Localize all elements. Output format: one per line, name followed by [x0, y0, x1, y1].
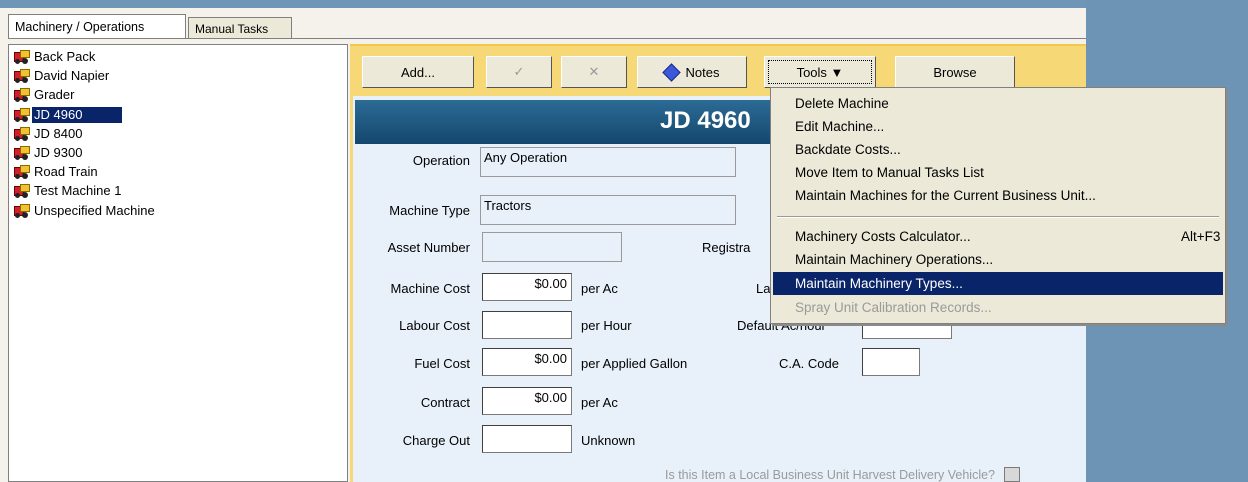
tractor-icon	[13, 146, 30, 160]
list-item-label: David Napier	[34, 68, 110, 83]
browse-button[interactable]: Browse	[895, 56, 1015, 88]
list-item[interactable]: Grader	[13, 86, 76, 104]
registration-label: Registra	[702, 240, 751, 255]
list-item-label: JD 4960	[32, 107, 123, 123]
tractor-icon	[13, 165, 30, 179]
list-item-label: Grader	[34, 87, 75, 102]
cancel-button[interactable]: ✕	[561, 56, 627, 88]
tractor-icon	[13, 108, 30, 122]
menu-item-move-to-manual-tasks[interactable]: Move Item to Manual Tasks List	[773, 161, 1223, 184]
machine-cost-input[interactable]: $0.00	[482, 273, 572, 301]
fuel-cost-label: Fuel Cost	[414, 356, 470, 371]
menu-item-label: Spray Unit Calibration Records...	[795, 300, 992, 315]
list-item-label: Test Machine 1	[34, 183, 122, 198]
ca-code-input[interactable]	[862, 348, 920, 376]
machine-type-field[interactable]: Tractors	[480, 195, 736, 225]
list-item-label: Back Pack	[34, 49, 96, 64]
list-item-label: Unspecified Machine	[34, 203, 155, 218]
menu-item-label: Delete Machine	[795, 96, 889, 111]
menu-item-backdate-costs[interactable]: Backdate Costs...	[773, 138, 1223, 161]
contract-unit: per Ac	[581, 395, 618, 410]
harvest-vehicle-label: Is this Item a Local Business Unit Harve…	[665, 468, 995, 482]
menu-item-label: Edit Machine...	[795, 119, 885, 134]
asset-number-field[interactable]	[482, 232, 622, 262]
menu-item-label: Move Item to Manual Tasks List	[795, 165, 984, 180]
top-strip	[0, 0, 1086, 8]
menu-item-maintain-machines[interactable]: Maintain Machines for the Current Busine…	[773, 184, 1223, 207]
labour-cost-input[interactable]	[482, 311, 572, 339]
list-item-label: Road Train	[34, 164, 98, 179]
operation-label: Operation	[412, 153, 470, 168]
tractor-icon	[13, 69, 30, 83]
fuel-cost-unit: per Applied Gallon	[581, 356, 688, 371]
harvest-vehicle-checkbox[interactable]	[1004, 467, 1020, 482]
menu-item-label: Maintain Machinery Operations...	[795, 252, 994, 267]
charge-out-input[interactable]	[482, 425, 572, 453]
list-item[interactable]: Back Pack	[13, 48, 97, 66]
labour-cost-unit: per Hour	[581, 318, 632, 333]
accept-button[interactable]: ✓	[486, 56, 552, 88]
menu-item-costs-calculator[interactable]: Machinery Costs Calculator... Alt+F3	[773, 225, 1223, 248]
machine-cost-label: Machine Cost	[390, 281, 470, 296]
notes-label: Notes	[685, 64, 720, 80]
labour-cost-label: Labour Cost	[399, 318, 470, 333]
charge-out-unit: Unknown	[581, 433, 636, 448]
list-item-label: JD 8400	[34, 126, 83, 141]
tractor-icon	[13, 127, 30, 141]
page-title: JD 4960	[660, 107, 751, 134]
menu-item-label: Backdate Costs...	[795, 142, 901, 157]
add-button[interactable]: Add...	[362, 56, 474, 88]
tractor-icon	[13, 184, 30, 198]
tractor-icon	[13, 204, 30, 218]
list-item-label: JD 9300	[34, 145, 83, 160]
tractor-icon	[13, 88, 30, 102]
menu-item-edit-machine[interactable]: Edit Machine...	[773, 115, 1223, 138]
menu-item-shortcut: Alt+F3	[1181, 229, 1221, 244]
tractor-icon	[13, 50, 30, 64]
tab-divider	[8, 38, 1086, 39]
machine-type-label: Machine Type	[389, 203, 470, 218]
tools-menu: Delete Machine Edit Machine... Backdate …	[770, 87, 1226, 324]
list-item[interactable]: JD 9300	[13, 144, 84, 162]
charge-out-label: Charge Out	[402, 433, 470, 448]
menu-item-maintain-operations[interactable]: Maintain Machinery Operations...	[773, 248, 1223, 271]
list-item[interactable]: Road Train	[13, 163, 100, 181]
list-item[interactable]: Test Machine 1	[13, 182, 123, 200]
menu-separator	[777, 216, 1219, 218]
diamond-icon	[661, 62, 681, 82]
tab-manual-tasks[interactable]: Manual Tasks	[188, 17, 292, 39]
asset-number-label: Asset Number	[387, 240, 470, 255]
la-label: La	[756, 281, 771, 296]
menu-item-maintain-types[interactable]: Maintain Machinery Types...	[773, 272, 1223, 295]
contract-input[interactable]: $0.00	[482, 387, 572, 415]
menu-item-label: Maintain Machinery Types...	[795, 276, 963, 291]
tab-machinery-operations[interactable]: Machinery / Operations	[8, 14, 186, 39]
ca-code-label: C.A. Code	[779, 356, 839, 371]
machine-cost-unit: per Ac	[581, 281, 618, 296]
list-item-selected[interactable]: JD 4960	[13, 106, 123, 124]
machine-list[interactable]: Back Pack David Napier Grader JD 4960 JD…	[8, 44, 348, 482]
tools-button[interactable]: Tools ▼	[764, 56, 876, 88]
notes-button[interactable]: Notes	[637, 56, 747, 88]
list-item[interactable]: JD 8400	[13, 125, 84, 143]
fuel-cost-input[interactable]: $0.00	[482, 348, 572, 376]
operation-field[interactable]: Any Operation	[480, 147, 736, 177]
menu-item-delete-machine[interactable]: Delete Machine	[773, 92, 1223, 115]
list-item[interactable]: Unspecified Machine	[13, 202, 157, 220]
menu-item-spray-calibration[interactable]: Spray Unit Calibration Records...	[773, 296, 1223, 319]
menu-item-label: Machinery Costs Calculator...	[795, 229, 971, 244]
list-item[interactable]: David Napier	[13, 67, 111, 85]
menu-item-label: Maintain Machines for the Current Busine…	[795, 188, 1096, 203]
contract-label: Contract	[420, 395, 470, 410]
